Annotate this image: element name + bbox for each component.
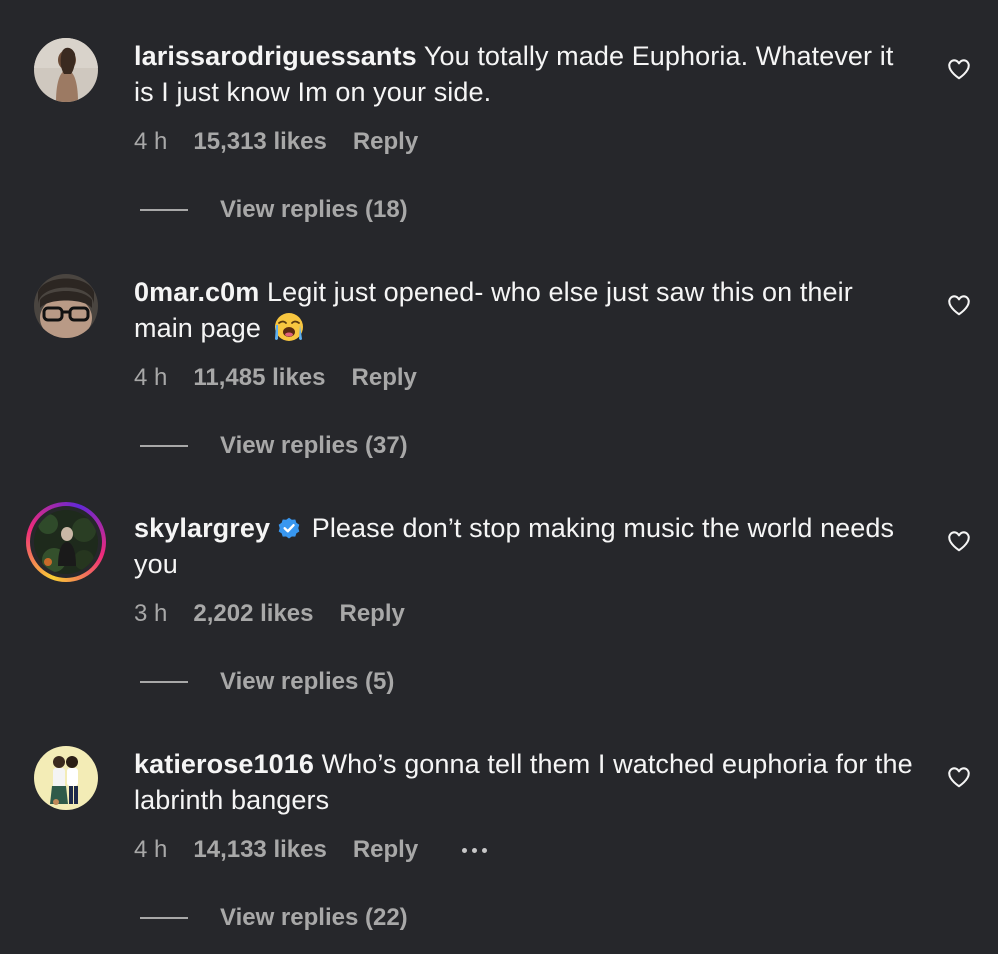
- divider-line: [140, 209, 188, 211]
- comment-meta: 4 h 14,133 likes Reply: [134, 832, 488, 868]
- avatar: [34, 510, 98, 574]
- dot: [482, 847, 488, 853]
- comment-item: larissarodriguessants You totally made E…: [0, 0, 998, 236]
- view-replies-button[interactable]: View replies (18): [140, 192, 408, 228]
- comment-text: skylargrey Please don’t stop making musi…: [134, 510, 914, 582]
- dot: [472, 847, 478, 853]
- likes-count[interactable]: 2,202 likes: [193, 600, 313, 628]
- view-replies-label: View replies (37): [220, 432, 408, 459]
- reply-button[interactable]: Reply: [352, 364, 417, 392]
- view-replies-label: View replies (22): [220, 904, 408, 931]
- comment-meta: 4 h 11,485 likes Reply: [134, 360, 417, 396]
- username[interactable]: katierose1016: [134, 749, 314, 779]
- heart-icon[interactable]: [946, 292, 972, 318]
- timestamp[interactable]: 3 h: [134, 600, 167, 628]
- verified-badge-icon: [278, 517, 300, 539]
- timestamp[interactable]: 4 h: [134, 128, 167, 156]
- timestamp[interactable]: 4 h: [134, 836, 167, 864]
- comment-meta: 4 h 15,313 likes Reply: [134, 124, 418, 160]
- comment-text: 0mar.c0m Legit just opened- who else jus…: [134, 274, 914, 346]
- likes-count[interactable]: 14,133 likes: [193, 836, 326, 864]
- avatar[interactable]: [34, 38, 98, 102]
- view-replies-button[interactable]: View replies (22): [140, 900, 408, 936]
- divider-line: [140, 445, 188, 447]
- view-replies-label: View replies (18): [220, 196, 408, 223]
- reply-button[interactable]: Reply: [353, 836, 418, 864]
- heart-icon[interactable]: [946, 528, 972, 554]
- view-replies-button[interactable]: View replies (5): [140, 664, 394, 700]
- timestamp[interactable]: 4 h: [134, 364, 167, 392]
- view-replies-button[interactable]: View replies (37): [140, 428, 408, 464]
- divider-line: [140, 917, 188, 919]
- heart-icon[interactable]: [946, 56, 972, 82]
- reply-button[interactable]: Reply: [353, 128, 418, 156]
- view-replies-label: View replies (5): [220, 668, 395, 695]
- likes-count[interactable]: 15,313 likes: [193, 128, 326, 156]
- comment-text: larissarodriguessants You totally made E…: [134, 38, 914, 110]
- comment-item: 0mar.c0m Legit just opened- who else jus…: [0, 236, 998, 472]
- dot: [462, 847, 468, 853]
- avatar-ring-gap: [30, 506, 102, 578]
- story-ring-avatar[interactable]: [26, 502, 106, 582]
- likes-count[interactable]: 11,485 likes: [193, 364, 325, 392]
- avatar[interactable]: [34, 274, 98, 338]
- username[interactable]: 0mar.c0m: [134, 277, 259, 307]
- username[interactable]: skylargrey: [134, 513, 270, 543]
- divider-line: [140, 681, 188, 683]
- more-options-icon[interactable]: [462, 847, 488, 853]
- username[interactable]: larissarodriguessants: [134, 41, 417, 71]
- comment-item: katierose1016 Who’s gonna tell them I wa…: [0, 708, 998, 944]
- comment-item: skylargrey Please don’t stop making musi…: [0, 472, 998, 708]
- comment-meta: 3 h 2,202 likes Reply: [134, 596, 405, 632]
- loudly-crying-face-emoji: [274, 313, 303, 341]
- reply-button[interactable]: Reply: [339, 600, 404, 628]
- heart-icon[interactable]: [946, 764, 972, 790]
- avatar[interactable]: [34, 746, 98, 810]
- comment-text: katierose1016 Who’s gonna tell them I wa…: [134, 746, 914, 818]
